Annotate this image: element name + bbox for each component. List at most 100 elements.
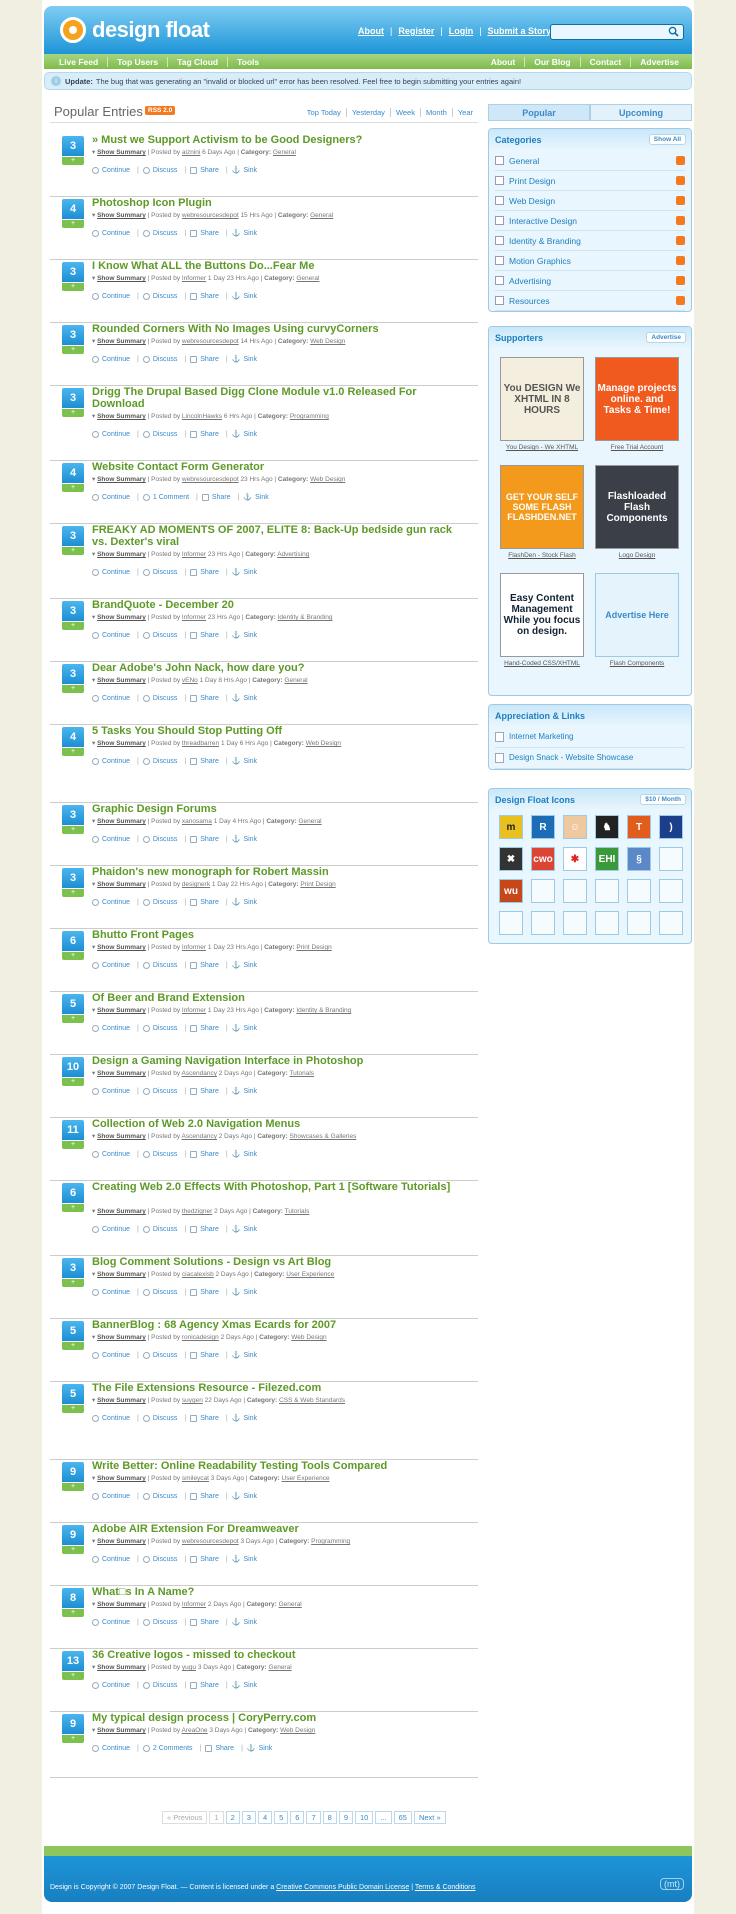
show-summary-link[interactable]: Show Summary: [97, 1727, 146, 1734]
site-icon[interactable]: ✱: [563, 847, 587, 871]
nav-our-blog[interactable]: Our Blog: [525, 56, 581, 67]
nav-advertise[interactable]: Advertise: [631, 57, 688, 67]
site-icon[interactable]: T: [627, 815, 651, 839]
vote-button[interactable]: +: [62, 1204, 84, 1212]
entry-category[interactable]: General: [279, 1601, 302, 1608]
page-number[interactable]: 3: [241, 1811, 256, 1824]
sink-link[interactable]: Sink: [243, 1556, 257, 1563]
share-link[interactable]: Share: [200, 695, 219, 702]
continue-link[interactable]: Continue: [102, 1151, 130, 1158]
entry-title[interactable]: Of Beer and Brand Extension: [92, 992, 462, 1004]
empty-icon-slot[interactable]: [627, 879, 651, 903]
share-link[interactable]: Share: [200, 962, 219, 969]
entry-title[interactable]: Collection of Web 2.0 Navigation Menus: [92, 1118, 462, 1130]
checkbox[interactable]: [495, 216, 504, 225]
entry-author[interactable]: thedzigner: [182, 1208, 212, 1215]
entry-title[interactable]: BannerBlog : 68 Agency Xmas Ecards for 2…: [92, 1319, 462, 1331]
entry-author[interactable]: Ascendancy: [182, 1070, 217, 1077]
show-summary-link[interactable]: Show Summary: [97, 149, 146, 156]
sink-link[interactable]: Sink: [243, 1151, 257, 1158]
sink-link[interactable]: Sink: [243, 1088, 257, 1095]
category-label[interactable]: Advertising: [509, 276, 551, 286]
discuss-link[interactable]: Discuss: [153, 356, 178, 363]
register-link[interactable]: Register: [398, 26, 434, 36]
show-summary-link[interactable]: Show Summary: [97, 1271, 146, 1278]
rss-feed-icon[interactable]: [676, 276, 685, 285]
page-number[interactable]: 6: [290, 1811, 305, 1824]
supporter-caption[interactable]: Hand-Coded CSS/XHTML: [500, 660, 584, 667]
tab-month[interactable]: Month: [419, 108, 452, 117]
discuss-link[interactable]: 1 Comment: [153, 494, 189, 501]
sink-link[interactable]: Sink: [243, 1025, 257, 1032]
entry-title[interactable]: What□s In A Name?: [92, 1586, 462, 1598]
checkbox[interactable]: [495, 256, 504, 265]
entry-category[interactable]: Print Design: [296, 944, 331, 951]
entry-category[interactable]: Identity & Branding: [278, 614, 333, 621]
sink-link[interactable]: Sink: [243, 1289, 257, 1296]
continue-link[interactable]: Continue: [102, 1226, 130, 1233]
site-icon[interactable]: §: [627, 847, 651, 871]
entry-author[interactable]: LincolnHawks: [182, 413, 222, 420]
nav-tag-cloud[interactable]: Tag Cloud: [168, 56, 229, 67]
entry-author[interactable]: Informer: [182, 275, 206, 282]
show-summary-link[interactable]: Show Summary: [97, 551, 146, 558]
entry-title[interactable]: Phaidon's new monograph for Robert Massi…: [92, 866, 462, 878]
site-icon[interactable]: ♞: [595, 815, 619, 839]
vote-button[interactable]: +: [62, 1015, 84, 1023]
link-label[interactable]: Internet Marketing: [509, 732, 573, 741]
nav-live-feed[interactable]: Live Feed: [50, 56, 109, 67]
vote-button[interactable]: +: [62, 748, 84, 756]
entry-title[interactable]: 5 Tasks You Should Stop Putting Off: [92, 725, 462, 737]
page-number[interactable]: 2: [225, 1811, 240, 1824]
continue-link[interactable]: Continue: [102, 962, 130, 969]
category-item[interactable]: Identity & Branding: [495, 231, 685, 251]
share-link[interactable]: Share: [200, 1352, 219, 1359]
share-link[interactable]: Share: [200, 230, 219, 237]
category-label[interactable]: Resources: [509, 296, 550, 306]
show-summary-link[interactable]: Show Summary: [97, 1070, 146, 1077]
share-link[interactable]: Share: [200, 1682, 219, 1689]
entry-category[interactable]: General: [299, 818, 322, 825]
entry-category[interactable]: General: [273, 149, 296, 156]
sink-link[interactable]: Sink: [243, 1619, 257, 1626]
entry-author[interactable]: webresourcesdepot: [182, 476, 239, 483]
discuss-link[interactable]: Discuss: [153, 1682, 178, 1689]
discuss-link[interactable]: Discuss: [153, 569, 178, 576]
page-number[interactable]: 65: [393, 1811, 412, 1824]
supporter-ad-xhtml[interactable]: You DESIGN We XHTML IN 8 HOURS You Desig…: [500, 357, 584, 451]
checkbox[interactable]: [495, 236, 504, 245]
vote-button[interactable]: +: [62, 547, 84, 555]
vote-button[interactable]: +: [62, 484, 84, 492]
discuss-link[interactable]: Discuss: [153, 1352, 178, 1359]
show-summary-link[interactable]: Show Summary: [97, 275, 146, 282]
entry-category[interactable]: Tutorials: [289, 1070, 314, 1077]
show-summary-link[interactable]: Show Summary: [97, 1007, 146, 1014]
category-item[interactable]: Web Design: [495, 191, 685, 211]
site-icon[interactable]: R: [531, 815, 555, 839]
sink-link[interactable]: Sink: [243, 431, 257, 438]
sink-link[interactable]: Sink: [243, 899, 257, 906]
continue-link[interactable]: Continue: [102, 1619, 130, 1626]
entry-category[interactable]: Web Design: [310, 476, 345, 483]
nav-contact[interactable]: Contact: [581, 56, 632, 67]
category-label[interactable]: Motion Graphics: [509, 256, 571, 266]
continue-link[interactable]: Continue: [102, 836, 130, 843]
share-link[interactable]: Share: [200, 431, 219, 438]
entry-title[interactable]: Website Contact Form Generator: [92, 461, 462, 473]
category-label[interactable]: General: [509, 156, 539, 166]
rss-feed-icon[interactable]: [676, 196, 685, 205]
supporter-ad-cms[interactable]: Easy Content Management While you focus …: [500, 573, 584, 667]
entry-category[interactable]: User Experience: [286, 1271, 334, 1278]
supporter-caption[interactable]: FlashDen - Stock Flash: [500, 552, 584, 559]
entry-title[interactable]: Creating Web 2.0 Effects With Photoshop,…: [92, 1181, 462, 1193]
site-icon[interactable]: wu: [499, 879, 523, 903]
entry-category[interactable]: CSS & Web Standards: [279, 1397, 345, 1404]
vote-button[interactable]: +: [62, 1483, 84, 1491]
vote-button[interactable]: +: [62, 952, 84, 960]
category-item[interactable]: Motion Graphics: [495, 251, 685, 271]
entry-author[interactable]: Informer: [182, 614, 206, 621]
entry-title[interactable]: Graphic Design Forums: [92, 803, 462, 815]
entry-title[interactable]: Write Better: Online Readability Testing…: [92, 1460, 462, 1472]
entry-author[interactable]: Informer: [182, 1601, 206, 1608]
supporter-caption[interactable]: Flash Components: [595, 660, 679, 667]
